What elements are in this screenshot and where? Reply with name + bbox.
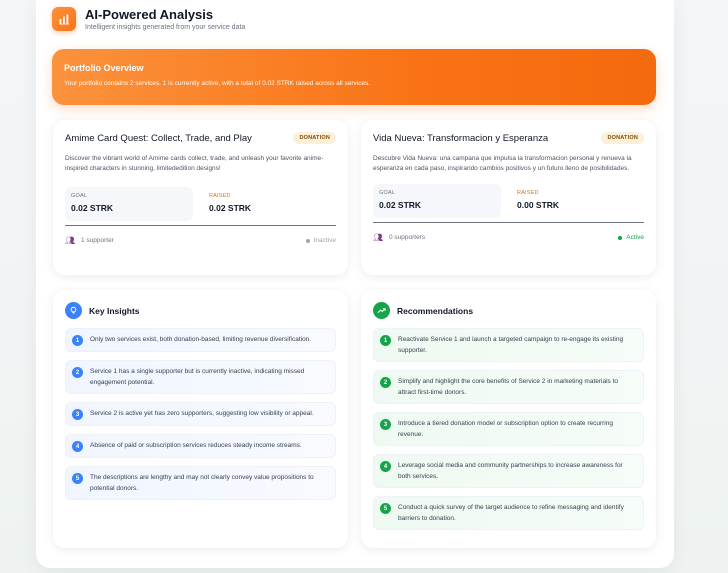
insight-item: 3 Service 2 is active yet has zero suppo… bbox=[65, 402, 336, 426]
lightbulb-icon bbox=[65, 302, 82, 319]
raised-value: 0.00 STRK bbox=[517, 200, 560, 210]
overview-text: Your portfolio contains 2 services. 1 is… bbox=[64, 80, 371, 87]
service-type-badge: DONATION bbox=[601, 132, 644, 144]
service-title: Vida Nueva: Transformacion y Esperanza bbox=[373, 133, 549, 144]
recommendation-item: 4 Leverage social media and community pa… bbox=[373, 454, 644, 488]
service-card[interactable]: Amime Card Quest: Collect, Trade, and Pl… bbox=[53, 120, 348, 275]
insight-item: 5 The descriptions are lengthy and may n… bbox=[65, 466, 336, 500]
goal-label: GOAL bbox=[379, 190, 396, 196]
recommendation-text: Leverage social media and community part… bbox=[398, 462, 623, 480]
recommendation-number: 5 bbox=[380, 503, 391, 514]
bar-chart-icon bbox=[52, 7, 76, 31]
analysis-header: AI-Powered Analysis Intelligent insights… bbox=[52, 7, 245, 31]
insight-number: 1 bbox=[72, 335, 83, 346]
recommendation-text: Reactivate Service 1 and launch a target… bbox=[398, 336, 624, 354]
insight-number: 2 bbox=[72, 367, 83, 378]
goal-value: 0.02 STRK bbox=[71, 203, 114, 213]
recommendation-number: 2 bbox=[380, 377, 391, 388]
overview-title: Portfolio Overview bbox=[64, 63, 144, 73]
goal-stat: GOAL 0.02 STRK bbox=[65, 187, 193, 221]
insight-number: 4 bbox=[72, 441, 83, 452]
users-icon: 👥︎ bbox=[65, 236, 76, 245]
raised-label: RAISED bbox=[209, 193, 231, 199]
users-icon: 👥︎ bbox=[373, 233, 384, 242]
service-description: Descubre Vida Nueva: una campana que imp… bbox=[373, 155, 632, 172]
insight-item: 1 Only two services exist, both donation… bbox=[65, 328, 336, 352]
status-label: Inactive bbox=[313, 237, 336, 244]
insights-title: Key Insights bbox=[89, 305, 140, 316]
trending-up-icon bbox=[373, 302, 390, 319]
divider bbox=[373, 222, 644, 223]
status-label: Active bbox=[626, 234, 644, 241]
recommendation-item: 3 Introduce a tiered donation model or s… bbox=[373, 412, 644, 446]
supporters-label: 1 supporter bbox=[81, 237, 114, 244]
supporters-count: 👥︎ 0 supporters bbox=[373, 233, 425, 242]
page-title: AI-Powered Analysis bbox=[85, 7, 214, 22]
insight-text: Only two services exist, both donation-b… bbox=[90, 336, 312, 343]
raised-value: 0.02 STRK bbox=[209, 203, 252, 213]
insight-text: Service 1 has a single supporter but is … bbox=[90, 368, 305, 386]
recommendation-text: Conduct a quick survey of the target aud… bbox=[398, 504, 624, 522]
goal-label: GOAL bbox=[71, 193, 88, 199]
recommendation-number: 1 bbox=[380, 335, 391, 346]
goal-stat: GOAL 0.02 STRK bbox=[373, 184, 501, 218]
service-card[interactable]: Vida Nueva: Transformacion y Esperanza D… bbox=[361, 120, 656, 275]
status-badge: Inactive bbox=[305, 237, 336, 244]
status-dot bbox=[618, 235, 623, 240]
portfolio-overview-banner: Portfolio Overview Your portfolio contai… bbox=[52, 49, 656, 105]
page-subtitle: Intelligent insights generated from your… bbox=[85, 24, 246, 31]
insight-number: 3 bbox=[72, 409, 83, 420]
service-description: Discover the vibrant world of Amime card… bbox=[65, 155, 324, 172]
recommendation-number: 4 bbox=[380, 461, 391, 472]
insight-text: Service 2 is active yet has zero support… bbox=[90, 410, 314, 417]
insight-item: 2 Service 1 has a single supporter but i… bbox=[65, 360, 336, 394]
recommendation-item: 1 Reactivate Service 1 and launch a targ… bbox=[373, 328, 644, 362]
supporters-count: 👥︎ 1 supporter bbox=[65, 236, 114, 245]
recommendations-title: Recommendations bbox=[397, 305, 474, 316]
key-insights-card: Key Insights 1 Only two services exist, … bbox=[53, 290, 348, 548]
raised-stat: RAISED 0.00 STRK bbox=[511, 184, 639, 218]
goal-value: 0.02 STRK bbox=[379, 200, 422, 210]
recommendation-number: 3 bbox=[380, 419, 391, 430]
divider bbox=[65, 225, 336, 226]
recommendation-item: 5 Conduct a quick survey of the target a… bbox=[373, 496, 644, 530]
recommendation-item: 2 Simplify and highlight the core benefi… bbox=[373, 370, 644, 404]
insight-item: 4 Absence of paid or subscription servic… bbox=[65, 434, 336, 458]
insight-text: The descriptions are lengthy and may not… bbox=[90, 474, 314, 492]
insight-text: Absence of paid or subscription services… bbox=[90, 442, 302, 449]
service-title: Amime Card Quest: Collect, Trade, and Pl… bbox=[65, 133, 252, 144]
status-dot bbox=[305, 238, 310, 243]
status-badge: Active bbox=[618, 234, 644, 241]
recommendation-text: Introduce a tiered donation model or sub… bbox=[398, 420, 613, 438]
supporters-label: 0 supporters bbox=[389, 234, 426, 241]
recommendation-text: Simplify and highlight the core benefits… bbox=[398, 378, 619, 396]
raised-label: RAISED bbox=[517, 190, 539, 196]
insight-number: 5 bbox=[72, 473, 83, 484]
recommendations-card: Recommendations 1 Reactivate Service 1 a… bbox=[361, 290, 656, 548]
service-type-badge: DONATION bbox=[293, 132, 336, 144]
raised-stat: RAISED 0.02 STRK bbox=[203, 187, 331, 221]
